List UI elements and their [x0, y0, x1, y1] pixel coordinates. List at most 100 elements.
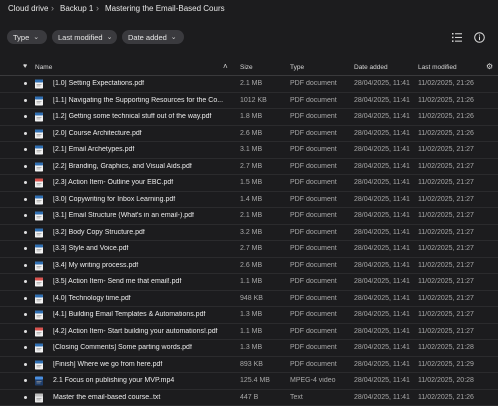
breadcrumb-current-folder[interactable]: Mastering the Email-Based Course: [105, 4, 225, 13]
file-type: PDF document: [290, 146, 337, 153]
pdf-blue-icon: [34, 310, 44, 320]
pdf-blue-icon: [34, 79, 44, 89]
filter-date-added[interactable]: Date added ⌄: [122, 30, 184, 44]
file-name: [2.3] Action Item- Outline your EBC.pdf: [53, 179, 233, 186]
file-date-added: 28/04/2025, 11:41: [354, 179, 410, 186]
column-name[interactable]: Name: [35, 64, 52, 71]
file-last-modified: 11/02/2025, 21:27: [418, 328, 474, 335]
favorite-column-icon[interactable]: ♥: [23, 63, 27, 70]
file-type: PDF document: [290, 196, 337, 203]
file-row[interactable]: [1.0] Setting Expectations.pdf2.1 MBPDF …: [0, 76, 498, 93]
file-row[interactable]: [1.2] Getting some technical stuff out o…: [0, 109, 498, 126]
file-date-added: 28/04/2025, 11:41: [354, 245, 410, 252]
file-row[interactable]: [2.1] Email Archetypes.pdf3.1 MBPDF docu…: [0, 142, 498, 159]
info-icon[interactable]: [474, 32, 485, 43]
file-name: [Closing Comments] Some parting words.pd…: [53, 344, 233, 351]
file-type: PDF document: [290, 97, 337, 104]
file-row[interactable]: [3.1] Email Structure (What's in an emai…: [0, 208, 498, 225]
file-size: 1.3 MB: [240, 311, 262, 318]
pdf-blue-icon: [34, 145, 44, 155]
file-name: [4.1] Building Email Templates & Automat…: [53, 311, 233, 318]
row-bullet: [24, 165, 27, 168]
file-row[interactable]: [4.0] Technology time.pdf948 KBPDF docum…: [0, 291, 498, 308]
pdf-red-icon: [34, 178, 44, 188]
file-last-modified: 11/02/2025, 21:27: [418, 179, 474, 186]
file-name: [3.2] Body Copy Structure.pdf: [53, 229, 233, 236]
file-row[interactable]: [4.2] Action Item- Start building your a…: [0, 324, 498, 341]
pdf-blue-icon: [34, 129, 44, 139]
row-bullet: [24, 82, 27, 85]
file-row[interactable]: [2.3] Action Item- Outline your EBC.pdf 1…: [0, 175, 498, 192]
file-date-added: 28/04/2025, 11:41: [354, 212, 410, 219]
breadcrumb: Cloud drive › Backup 1 › Mastering the E…: [0, 0, 498, 20]
sort-ascending-icon[interactable]: ˄: [223, 62, 228, 71]
column-type[interactable]: Type: [290, 64, 304, 71]
file-last-modified: 11/02/2025, 21:26: [418, 80, 474, 87]
file-type: PDF document: [290, 245, 337, 252]
file-date-added: 28/04/2025, 11:41: [354, 295, 410, 302]
chevron-down-icon: ⌄: [107, 33, 113, 41]
row-bullet: [24, 247, 27, 250]
filter-last-modified[interactable]: Last modified ⌄: [52, 30, 117, 44]
file-type: PDF document: [290, 229, 337, 236]
file-row[interactable]: [Closing Comments] Some parting words.pd…: [0, 340, 498, 357]
file-last-modified: 11/02/2025, 21:29: [418, 361, 474, 368]
row-bullet: [24, 198, 27, 201]
file-type: PDF document: [290, 262, 337, 269]
file-row[interactable]: [3.0] Copywriting for Inbox Learning.pdf…: [0, 192, 498, 209]
file-date-added: 28/04/2025, 11:41: [354, 80, 410, 87]
file-date-added: 28/04/2025, 11:41: [354, 311, 410, 318]
file-row[interactable]: [3.4] My writing process.pdf2.6 MBPDF do…: [0, 258, 498, 275]
file-row[interactable]: 2.1 Focus on publishing your MVP.mp4125.…: [0, 373, 498, 390]
breadcrumb-backup[interactable]: Backup 1: [60, 4, 93, 13]
pdf-blue-icon: [34, 195, 44, 205]
file-date-added: 28/04/2025, 11:41: [354, 229, 410, 236]
file-size: 2.1 MB: [240, 212, 262, 219]
text-file-icon: [34, 393, 44, 403]
chevron-right-icon: ›: [96, 3, 99, 13]
file-last-modified: 11/02/2025, 21:26: [418, 113, 474, 120]
video-icon: [34, 376, 44, 386]
file-row[interactable]: [1.1] Navigating the Supporting Resource…: [0, 93, 498, 110]
file-type: PDF document: [290, 344, 337, 351]
file-name: Master the email-based course..txt: [53, 394, 233, 401]
file-date-added: 28/04/2025, 11:41: [354, 97, 410, 104]
file-date-added: 28/04/2025, 11:41: [354, 163, 410, 170]
file-row[interactable]: [3.5] Action Item- Send me that email!.p…: [0, 274, 498, 291]
pdf-blue-icon: [34, 261, 44, 271]
column-date-added[interactable]: Date added: [354, 64, 388, 71]
file-name: [2.1] Email Archetypes.pdf: [53, 146, 233, 153]
column-size[interactable]: Size: [240, 64, 253, 71]
file-type: PDF document: [290, 278, 337, 285]
file-size: 2.6 MB: [240, 130, 262, 137]
file-name: [3.0] Copywriting for Inbox Learning.pdf: [53, 196, 233, 203]
file-row[interactable]: Master the email-based course..txt447 BT…: [0, 390, 498, 406]
file-row[interactable]: [Finish] Where we go from here.pdf893 KB…: [0, 357, 498, 374]
file-last-modified: 11/02/2025, 21:27: [418, 311, 474, 318]
column-settings-icon[interactable]: ⚙: [486, 62, 493, 71]
pdf-blue-icon: [34, 211, 44, 221]
file-size: 1.1 MB: [240, 328, 262, 335]
file-row[interactable]: [2.2] Branding, Graphics, and Visual Aid…: [0, 159, 498, 176]
file-type: PDF document: [290, 295, 337, 302]
file-row[interactable]: [4.1] Building Email Templates & Automat…: [0, 307, 498, 324]
pdf-blue-icon: [34, 343, 44, 353]
file-row[interactable]: [3.2] Body Copy Structure.pdf3.2 MBPDF d…: [0, 225, 498, 242]
file-date-added: 28/04/2025, 11:41: [354, 394, 410, 401]
file-row[interactable]: [2.0] Course Architecture.pdf2.6 MBPDF d…: [0, 126, 498, 143]
file-name: 2.1 Focus on publishing your MVP.mp4: [53, 377, 233, 384]
file-last-modified: 11/02/2025, 21:27: [418, 196, 474, 203]
row-bullet: [24, 313, 27, 316]
breadcrumb-cloud-drive[interactable]: Cloud drive: [8, 4, 48, 13]
column-last-modified[interactable]: Last modified: [418, 64, 457, 71]
filter-type[interactable]: Type ⌄: [7, 30, 47, 44]
file-last-modified: 11/02/2025, 21:27: [418, 278, 474, 285]
file-row[interactable]: [3.3] Style and Voice.pdf2.7 MBPDF docum…: [0, 241, 498, 258]
file-date-added: 28/04/2025, 11:41: [354, 377, 410, 384]
list-view-icon[interactable]: [452, 33, 462, 42]
file-last-modified: 11/02/2025, 21:27: [418, 262, 474, 269]
row-bullet: [24, 264, 27, 267]
filter-last-modified-label: Last modified: [58, 33, 103, 42]
file-date-added: 28/04/2025, 11:41: [354, 113, 410, 120]
file-size: 1.5 MB: [240, 179, 262, 186]
